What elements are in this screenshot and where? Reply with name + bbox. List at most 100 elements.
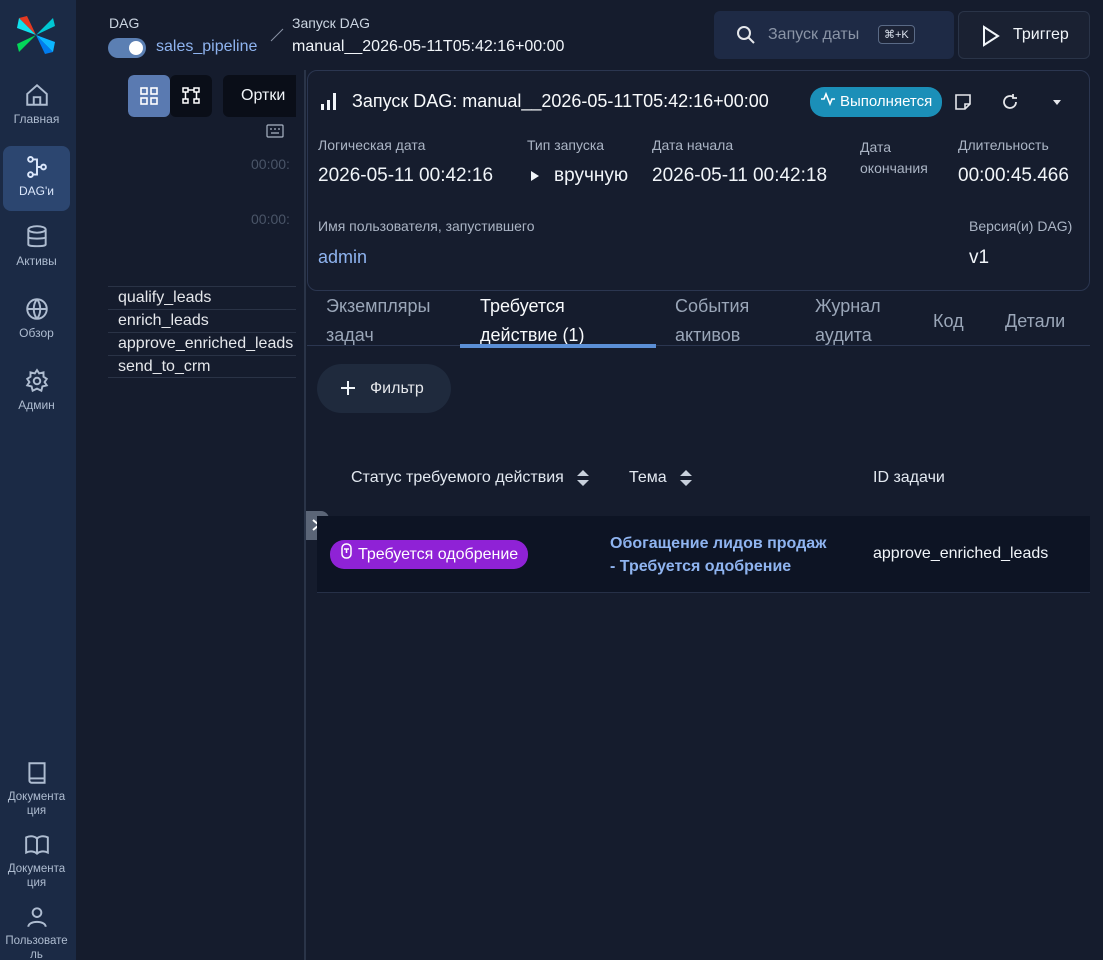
play-small-icon <box>531 171 539 181</box>
duration-tick-1: 00:00: <box>251 156 290 172</box>
nav-assets-label: Активы <box>16 254 57 268</box>
nav-user-label: Пользовате ль <box>5 935 68 960</box>
search-shortcut: ⌘+K <box>878 25 915 44</box>
nav-user[interactable]: Пользовате ль <box>3 904 70 960</box>
trigger-button[interactable]: Триггер <box>958 11 1090 59</box>
nav-dags[interactable]: DAG'и <box>3 146 70 211</box>
logical-date-value: 2026-05-11 00:42:16 <box>318 165 494 186</box>
dag-icon <box>26 156 47 178</box>
logical-date-label: Логическая дата <box>318 137 426 153</box>
task-row[interactable]: enrich_leads <box>108 309 296 332</box>
task-row[interactable]: send_to_crm <box>108 355 296 378</box>
task-row[interactable]: qualify_leads <box>108 286 296 309</box>
col-header-status[interactable]: Статус требуемого действия <box>351 469 590 487</box>
airflow-logo[interactable] <box>15 14 57 56</box>
run-details-card: Запуск DAG: manual__2026-05-11T05:42:16+… <box>307 70 1090 291</box>
keyboard-icon[interactable] <box>266 124 284 138</box>
task-id-cell: approve_enriched_leads <box>873 545 1049 562</box>
search-icon <box>737 26 755 44</box>
plus-icon <box>341 381 355 395</box>
grid-icon <box>140 87 158 105</box>
note-icon[interactable] <box>954 93 972 111</box>
gear-icon <box>25 368 48 393</box>
nav-docs-2-label: Документа ция <box>7 863 66 889</box>
run-title: Запуск DAG: manual__2026-05-11T05:42:16+… <box>352 91 769 111</box>
tab-required-actions[interactable]: Требуется действие (1) <box>480 292 630 350</box>
subject-line-2: - Требуется одобрение <box>610 558 792 575</box>
nav-home-label: Главная <box>13 112 60 126</box>
table-row[interactable]: Требуется одобрение Обогащение лидов про… <box>317 516 1090 593</box>
user-icon <box>26 907 47 928</box>
subject-line-1: Обогащение лидов продаж <box>610 535 827 552</box>
duration-tick-2: 00:00: <box>251 211 290 227</box>
dag-version-label: Версия(и) DAG) <box>969 218 1073 234</box>
nav-admin-label: Админ <box>18 398 55 412</box>
open-book-icon <box>24 835 49 856</box>
activity-icon <box>820 87 836 117</box>
run-breadcrumb-label: Запуск DAG <box>292 15 371 31</box>
col-header-subject[interactable]: Тема <box>629 469 693 487</box>
graph-icon <box>182 87 200 104</box>
globe-icon <box>25 298 48 320</box>
run-type-label: Тип запуска <box>527 137 605 153</box>
hourglass-icon <box>340 540 353 569</box>
search-placeholder: Запуск даты <box>768 26 860 43</box>
active-tab-indicator <box>460 344 656 348</box>
run-status-badge: Выполняется <box>810 87 943 117</box>
subject-link[interactable]: Обогащение лидов продаж - Требуется одоб… <box>610 532 850 578</box>
triggered-by-label: Имя пользователя, запустившего <box>318 218 535 234</box>
col-header-status-label: Статус требуемого действия <box>351 469 564 487</box>
nav-browse-label: Обзор <box>19 326 54 340</box>
tab-audit-log[interactable]: Журнал аудита <box>815 292 915 350</box>
add-filter-button[interactable]: Фильтр <box>317 364 451 413</box>
database-icon <box>26 225 47 248</box>
dag-breadcrumb-label: DAG <box>109 15 140 31</box>
nav-assets[interactable]: Активы <box>3 224 70 276</box>
orientation-button[interactable]: Ортки <box>223 75 296 117</box>
status-label: Требуется одобрение <box>358 546 519 563</box>
run-status-label: Выполняется <box>840 93 933 110</box>
nav-docs[interactable]: Документа ция <box>3 760 70 822</box>
nav-dags-label: DAG'и <box>19 184 54 198</box>
tab-code[interactable]: Код <box>933 307 964 336</box>
tab-details[interactable]: Детали <box>1005 307 1065 336</box>
breadcrumb-separator <box>270 28 284 42</box>
view-toggle-group <box>128 75 212 117</box>
filter-label: Фильтр <box>370 380 424 397</box>
run-type-value: вручную <box>554 165 629 186</box>
start-date-value: 2026-05-11 00:42:18 <box>652 165 828 186</box>
tab-asset-events[interactable]: События активов <box>675 292 785 350</box>
dag-name-link[interactable]: sales_pipeline <box>156 38 257 56</box>
nav-admin[interactable]: Админ <box>3 368 70 420</box>
task-row[interactable]: approve_enriched_leads <box>108 332 296 355</box>
duration-label: Длительность <box>958 137 1049 153</box>
run-breadcrumb-id[interactable]: manual__2026-05-11T05:42:16+00:00 <box>292 38 564 56</box>
col-header-subject-label: Тема <box>629 469 667 487</box>
search-box[interactable]: Запуск даты ⌘+K <box>714 11 954 59</box>
trigger-label: Триггер <box>1013 26 1069 43</box>
sort-icon <box>680 470 693 486</box>
sort-icon <box>577 470 590 486</box>
dag-version-value: v1 <box>969 247 990 268</box>
triggered-by-link[interactable]: admin <box>318 247 367 268</box>
graph-view-button[interactable] <box>170 75 212 117</box>
status-badge: Требуется одобрение <box>330 540 529 569</box>
home-icon <box>25 83 48 106</box>
end-date-label: Дата окончания <box>860 139 928 176</box>
chevron-down-icon[interactable] <box>1051 98 1063 106</box>
col-header-task-id: ID задачи <box>873 469 945 486</box>
duration-value: 00:00:45.466 <box>958 165 1069 186</box>
nav-home[interactable]: Главная <box>3 80 70 132</box>
tab-task-instances[interactable]: Экземпляры задач <box>326 292 466 350</box>
signal-icon <box>321 93 336 110</box>
main-nav: Главная DAG'и Активы Обзор Админ Докумен… <box>0 0 76 960</box>
play-icon <box>983 25 1000 47</box>
grid-view-button[interactable] <box>128 75 170 117</box>
nav-browse[interactable]: Обзор <box>3 296 70 348</box>
dag-pause-toggle[interactable] <box>108 38 146 58</box>
refresh-icon[interactable] <box>1001 93 1019 111</box>
nav-docs-label: Документа ция <box>7 791 66 817</box>
book-icon <box>27 762 46 784</box>
nav-docs-2[interactable]: Документа ция <box>3 832 70 894</box>
start-date-label: Дата начала <box>652 137 734 153</box>
